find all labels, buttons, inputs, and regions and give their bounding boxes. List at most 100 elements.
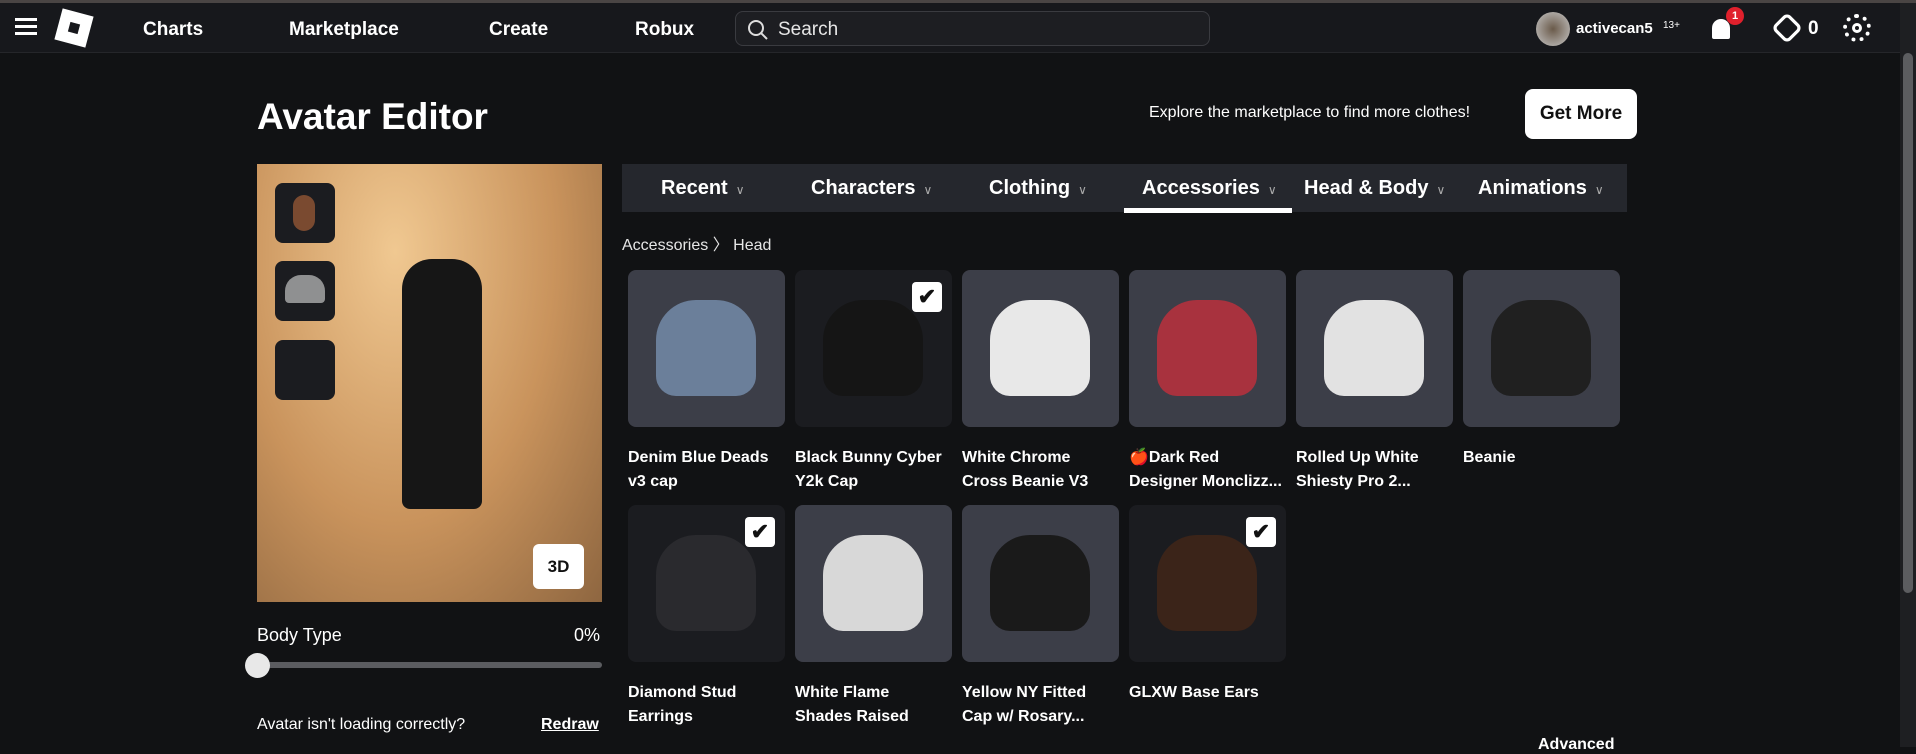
- chevron-down-icon: ∨: [1436, 183, 1446, 197]
- item-thumbnail: [990, 300, 1090, 396]
- gear-icon[interactable]: [1843, 14, 1871, 42]
- body-type-value: 0%: [574, 625, 601, 645]
- item-card[interactable]: ✔: [1129, 505, 1286, 662]
- item-thumbnail: [656, 300, 756, 396]
- item-name[interactable]: Diamond Stud Earrings: [628, 681, 785, 729]
- item-card[interactable]: ✔: [795, 270, 952, 427]
- recent-thumb-cap[interactable]: [275, 261, 335, 321]
- chevron-down-icon: ∨: [735, 183, 745, 197]
- item-name[interactable]: GLXW Base Ears: [1129, 681, 1286, 705]
- avatar-preview: 3D: [257, 164, 602, 602]
- avatar-character: [402, 259, 482, 509]
- item-name-line1: White Chrome: [962, 449, 1071, 466]
- search-placeholder: Search: [778, 19, 839, 40]
- robux-icon[interactable]: [1771, 12, 1803, 44]
- 3d-toggle-button[interactable]: 3D: [533, 544, 584, 589]
- item-name-line1: 🍎Dark Red: [1129, 449, 1220, 466]
- item-thumbnail: [823, 300, 923, 396]
- explore-text: Explore the marketplace to find more clo…: [1149, 104, 1471, 121]
- nav-charts[interactable]: Charts: [143, 19, 203, 41]
- item-thumbnail: [990, 535, 1090, 631]
- nav-create[interactable]: Create: [489, 19, 548, 41]
- item-card[interactable]: [628, 270, 785, 427]
- body-type-slider-handle[interactable]: [245, 653, 270, 678]
- item-thumbnail: [1157, 535, 1257, 631]
- body-type-label: Body Type: [257, 625, 342, 645]
- item-name[interactable]: White Flame Shades Raised: [795, 681, 952, 729]
- item-card[interactable]: [962, 505, 1119, 662]
- tab-recent[interactable]: Recent ∨: [661, 177, 745, 200]
- roblox-logo[interactable]: [54, 8, 94, 48]
- item-name-line1: Denim Blue Deads: [628, 449, 769, 466]
- item-name-line1: Diamond Stud: [628, 684, 737, 701]
- checkmark-icon[interactable]: ✔: [1246, 517, 1276, 547]
- item-name[interactable]: Black Bunny Cyber Y2k Cap: [795, 446, 952, 494]
- item-name-line1: Beanie: [1463, 449, 1516, 466]
- search-input[interactable]: Search: [735, 11, 1210, 46]
- item-card[interactable]: [795, 505, 952, 662]
- item-name-line1: White Flame: [795, 684, 890, 701]
- get-more-button[interactable]: Get More: [1525, 89, 1637, 139]
- user-avatar[interactable]: [1536, 12, 1570, 46]
- item-name-line1: Black Bunny Cyber: [795, 449, 942, 466]
- tab-head-body[interactable]: Head & Body ∨: [1304, 177, 1445, 200]
- item-name-line2: Earrings: [628, 708, 693, 725]
- chevron-down-icon: ∨: [1594, 183, 1604, 197]
- item-thumbnail: [823, 535, 923, 631]
- item-card[interactable]: [1463, 270, 1620, 427]
- checkmark-icon[interactable]: ✔: [912, 282, 942, 312]
- top-navigation-bar: Charts Marketplace Create Robux Search a…: [0, 3, 1900, 53]
- item-card[interactable]: [1129, 270, 1286, 427]
- body-type-slider[interactable]: [257, 662, 602, 668]
- search-icon: [748, 20, 768, 40]
- item-name-line1: Yellow NY Fitted: [962, 684, 1087, 701]
- chevron-down-icon: ∨: [1078, 183, 1087, 197]
- item-thumbnail: [1324, 300, 1424, 396]
- age-badge: 13+: [1663, 20, 1680, 31]
- item-thumbnail: [1157, 300, 1257, 396]
- checkmark-icon[interactable]: ✔: [745, 517, 775, 547]
- username[interactable]: activecan5: [1576, 20, 1653, 37]
- item-name-line2: Cross Beanie V3: [962, 473, 1089, 490]
- item-card[interactable]: [1296, 270, 1453, 427]
- item-name[interactable]: White Chrome Cross Beanie V3: [962, 446, 1119, 494]
- scrollbar[interactable]: [1900, 3, 1916, 747]
- item-name-line2: v3 cap: [628, 473, 678, 490]
- item-name-line1: Rolled Up White: [1296, 449, 1419, 466]
- loading-help-text: Avatar isn't loading correctly?: [257, 716, 466, 733]
- hamburger-icon[interactable]: [15, 18, 37, 36]
- robux-balance[interactable]: 0: [1808, 18, 1819, 40]
- breadcrumb-head: Head: [733, 237, 772, 254]
- tab-characters[interactable]: Characters ∨: [811, 177, 932, 200]
- nav-marketplace[interactable]: Marketplace: [289, 19, 399, 41]
- page-title: Avatar Editor: [257, 96, 488, 137]
- breadcrumb-accessories[interactable]: Accessories: [622, 237, 708, 254]
- active-tab-indicator: [1124, 208, 1292, 213]
- nav-robux[interactable]: Robux: [635, 19, 694, 41]
- item-thumbnail: [1491, 300, 1591, 396]
- item-card[interactable]: ✔: [628, 505, 785, 662]
- item-card[interactable]: [962, 270, 1119, 427]
- chevron-down-icon: ∨: [1267, 183, 1277, 197]
- advanced-link[interactable]: Advanced: [1538, 736, 1614, 754]
- item-name-line2: Designer Monclizz...: [1129, 473, 1282, 490]
- item-name[interactable]: 🍎Dark Red Designer Monclizz...: [1129, 446, 1286, 494]
- notification-badge: 1: [1726, 7, 1744, 25]
- item-name[interactable]: Beanie: [1463, 446, 1620, 470]
- breadcrumb: Accessories 〉 Head: [622, 231, 771, 255]
- item-name[interactable]: Denim Blue Deads v3 cap: [628, 446, 785, 494]
- item-name-line2: Shades Raised: [795, 708, 909, 725]
- recent-thumb-ears[interactable]: [275, 183, 335, 243]
- breadcrumb-separator: 〉: [712, 237, 729, 254]
- item-name-line2: Shiesty Pro 2...: [1296, 473, 1411, 490]
- item-name-line2: Y2k Cap: [795, 473, 859, 490]
- redraw-link[interactable]: Redraw: [541, 716, 599, 734]
- category-tabs: Recent ∨ Characters ∨ Clothing ∨ Accessorie…: [622, 164, 1627, 212]
- recent-thumb-earrings[interactable]: [275, 340, 335, 400]
- item-name[interactable]: Yellow NY Fitted Cap w/ Rosary...: [962, 681, 1119, 729]
- item-thumbnail: [656, 535, 756, 631]
- tab-animations[interactable]: Animations ∨: [1478, 177, 1604, 200]
- tab-clothing[interactable]: Clothing ∨: [989, 177, 1087, 200]
- tab-accessories[interactable]: Accessories ∨: [1142, 177, 1277, 200]
- item-name[interactable]: Rolled Up White Shiesty Pro 2...: [1296, 446, 1453, 494]
